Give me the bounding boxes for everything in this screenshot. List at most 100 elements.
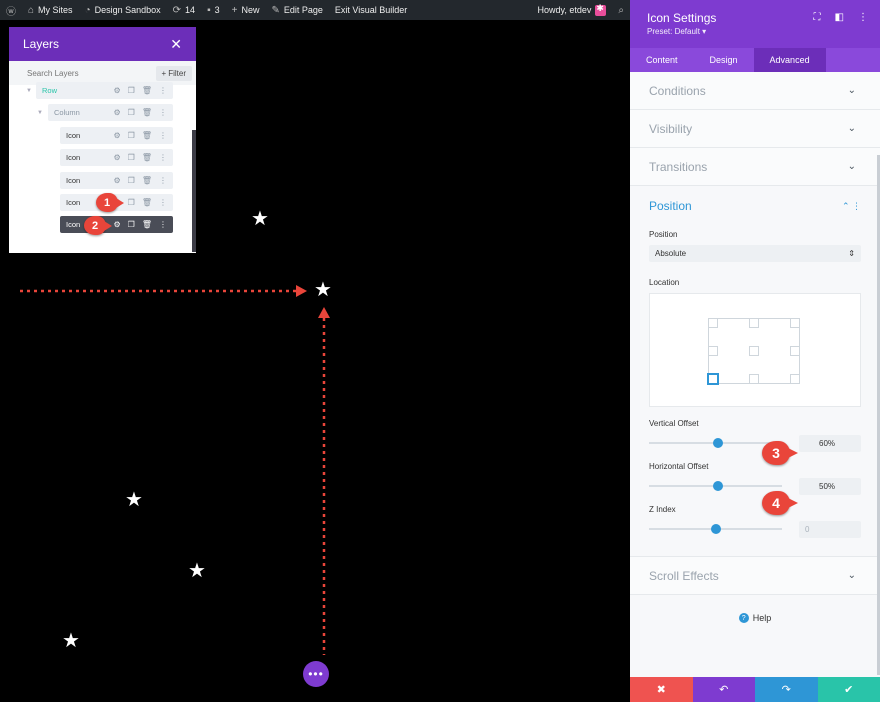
location-top-right[interactable] [790, 318, 800, 328]
preset-dropdown[interactable]: Preset: Default ▾ [647, 27, 880, 36]
section-conditions[interactable]: Conditions⌄ [630, 72, 880, 110]
location-center-right[interactable] [790, 346, 800, 356]
layer-column[interactable]: Column ⚙❐🗑⋮ [48, 104, 173, 121]
location-bottom-left[interactable] [707, 373, 719, 385]
slider-thumb[interactable] [713, 481, 723, 491]
gear-icon[interactable]: ⚙ [114, 176, 121, 185]
layers-header: Layers ✕ [9, 27, 196, 61]
trash-icon[interactable]: 🗑 [142, 108, 152, 117]
horizontal-arrow-head [296, 285, 307, 297]
save-button[interactable]: ✔ [818, 677, 880, 702]
location-bottom-center[interactable] [749, 374, 759, 384]
close-icon[interactable]: ✕ [170, 36, 182, 53]
position-section-header[interactable]: Position ⌃ ⋮ [649, 186, 861, 226]
fullscreen-icon[interactable]: ⛶ [814, 12, 821, 23]
redo-button[interactable]: ↷ [755, 677, 818, 702]
vertical-offset-control: 60% [649, 434, 861, 452]
duplicate-icon[interactable]: ❐ [128, 86, 135, 95]
close-icon: ✖ [657, 683, 666, 696]
position-select[interactable]: Absolute ⇕ [649, 245, 861, 262]
more-icon[interactable]: ⋮ [159, 153, 167, 162]
chevron-up-icon: ⌃ ⋮ [842, 201, 861, 212]
trash-icon[interactable]: 🗑 [142, 176, 152, 185]
vertical-arrow-head [318, 307, 330, 318]
location-top-center[interactable] [749, 318, 759, 328]
duplicate-icon[interactable]: ❐ [128, 108, 135, 117]
chevron-down-icon: ⌄ [848, 570, 856, 581]
trash-icon[interactable]: 🗑 [142, 153, 152, 162]
gear-icon[interactable]: ⚙ [114, 131, 121, 140]
discard-button[interactable]: ✖ [630, 677, 693, 702]
undo-button[interactable]: ↶ [693, 677, 756, 702]
duplicate-icon[interactable]: ❐ [128, 153, 135, 162]
duplicate-icon[interactable]: ❐ [128, 198, 135, 207]
search-layers-input[interactable] [27, 69, 156, 78]
location-center[interactable] [749, 346, 759, 356]
help-icon: ? [739, 613, 749, 623]
chevron-down-icon: ⌄ [848, 123, 856, 134]
filter-button[interactable]: +Filter [156, 66, 192, 81]
vertical-offset-label: Vertical Offset [649, 419, 861, 428]
layer-icon[interactable]: Icon ⚙❐🗑⋮ [60, 172, 173, 189]
horizontal-offset-slider[interactable] [649, 485, 782, 487]
position-label: Position [649, 230, 861, 239]
more-icon[interactable]: ⋮ [159, 131, 167, 140]
trash-icon[interactable]: 🗑 [142, 131, 152, 140]
horizontal-offset-control: 50% [649, 477, 861, 495]
vertical-offset-slider[interactable] [649, 442, 782, 444]
settings-body: Conditions⌄ Visibility⌄ Transitions⌄ Pos… [630, 72, 880, 677]
duplicate-icon[interactable]: ❐ [128, 176, 135, 185]
layer-icon-active[interactable]: Icon ⚙❐🗑⋮ [60, 216, 173, 233]
layer-icon[interactable]: Icon ⚙❐🗑⋮ [60, 149, 173, 166]
split-view-icon[interactable]: ◧ [835, 12, 844, 23]
duplicate-icon[interactable]: ❐ [128, 131, 135, 140]
tab-content[interactable]: Content [630, 48, 694, 72]
horizontal-offset-input[interactable]: 50% [799, 478, 861, 495]
location-bottom-right[interactable] [790, 374, 800, 384]
gear-icon[interactable]: ⚙ [114, 220, 121, 229]
section-scroll-effects[interactable]: Scroll Effects⌄ [630, 557, 880, 595]
settings-header: Icon Settings Preset: Default ▾ ⛶ ◧ ⋮ [630, 0, 880, 48]
trash-icon[interactable]: 🗑 [142, 198, 152, 207]
vertical-offset-input[interactable]: 60% [799, 435, 861, 452]
more-icon[interactable]: ⋮ [159, 220, 167, 229]
redo-icon: ↷ [782, 683, 791, 696]
layers-title: Layers [23, 37, 59, 51]
expand-caret-icon[interactable]: ▼ [26, 88, 32, 94]
duplicate-icon[interactable]: ❐ [128, 220, 135, 229]
tab-design[interactable]: Design [694, 48, 754, 72]
trash-icon[interactable]: 🗑 [142, 220, 152, 229]
z-index-control: 0 [649, 520, 861, 538]
expand-caret-icon[interactable]: ▼ [37, 110, 43, 116]
section-position: Position ⌃ ⋮ Position Absolute ⇕ Locatio… [630, 186, 880, 557]
chevron-down-icon: ⌄ [848, 161, 856, 172]
plus-icon: + [162, 69, 167, 78]
step-badge: 3 [762, 441, 790, 465]
section-transitions[interactable]: Transitions⌄ [630, 148, 880, 186]
gear-icon[interactable]: ⚙ [114, 86, 121, 95]
layers-scrollbar[interactable] [192, 130, 196, 252]
section-visibility[interactable]: Visibility⌄ [630, 110, 880, 148]
tab-advanced[interactable]: Advanced [754, 48, 826, 72]
settings-panel: Icon Settings Preset: Default ▾ ⛶ ◧ ⋮ Co… [630, 0, 880, 702]
z-index-slider[interactable] [649, 528, 782, 530]
layer-icon[interactable]: Icon ⚙❐🗑⋮ [60, 127, 173, 144]
builder-menu-button[interactable]: ••• [303, 661, 329, 687]
more-icon[interactable]: ⋮ [159, 198, 167, 207]
location-picker[interactable] [649, 293, 861, 407]
layer-row[interactable]: Row ⚙❐🗑⋮ [36, 82, 173, 99]
more-icon[interactable]: ⋮ [159, 86, 167, 95]
location-center-left[interactable] [708, 346, 718, 356]
gear-icon[interactable]: ⚙ [114, 153, 121, 162]
slider-thumb[interactable] [713, 438, 723, 448]
slider-thumb[interactable] [711, 524, 721, 534]
trash-icon[interactable]: 🗑 [142, 86, 152, 95]
location-label: Location [649, 278, 861, 287]
z-index-input[interactable]: 0 [799, 521, 861, 538]
more-icon[interactable]: ⋮ [858, 12, 868, 23]
location-top-left[interactable] [708, 318, 718, 328]
more-icon[interactable]: ⋮ [159, 108, 167, 117]
help-link[interactable]: ? Help [630, 595, 880, 641]
more-icon[interactable]: ⋮ [159, 176, 167, 185]
gear-icon[interactable]: ⚙ [114, 108, 121, 117]
